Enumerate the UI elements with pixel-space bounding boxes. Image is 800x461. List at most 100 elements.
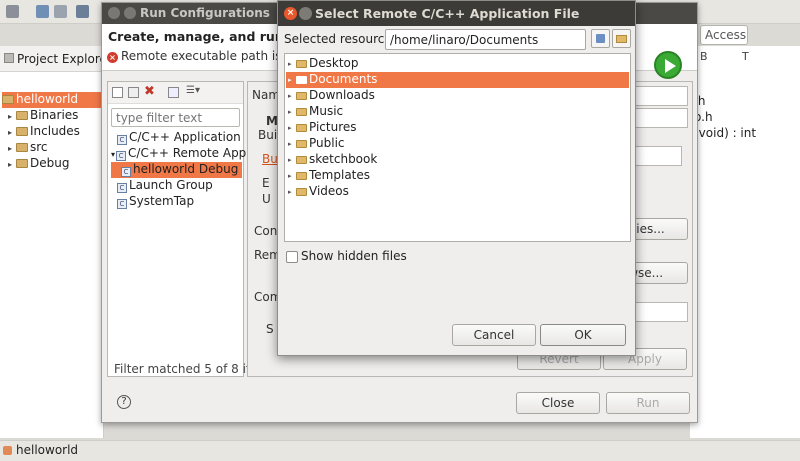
c-remote-icon: C bbox=[116, 151, 127, 161]
project-tree-label: helloworld bbox=[16, 92, 79, 106]
remote-folder-item[interactable]: ▸ Pictures bbox=[286, 120, 629, 136]
config-tree-item[interactable]: C C/C++ Application bbox=[111, 130, 241, 146]
filter-input[interactable] bbox=[111, 108, 240, 127]
project-tree-label: Includes bbox=[30, 124, 80, 138]
expand-arrow-icon[interactable]: ▸ bbox=[288, 108, 296, 116]
folder-icon bbox=[296, 140, 307, 148]
help-icon[interactable]: ? bbox=[117, 395, 131, 409]
outline-item[interactable]: (void) : int bbox=[694, 126, 756, 140]
folder-icon bbox=[616, 35, 627, 43]
folder-icon bbox=[16, 143, 28, 152]
config-tree-item[interactable]: C Launch Group bbox=[111, 178, 213, 194]
expand-arrow-icon[interactable]: ▸ bbox=[8, 160, 16, 169]
folder-icon bbox=[296, 156, 307, 164]
expand-arrow-icon[interactable]: ▸ bbox=[288, 60, 296, 68]
remote-folder-label: Downloads bbox=[309, 88, 375, 102]
new-folder-button[interactable] bbox=[612, 29, 631, 48]
run-icon bbox=[654, 51, 682, 79]
close-icon[interactable]: × bbox=[284, 7, 297, 20]
skip-download-label: S bbox=[266, 322, 274, 336]
folder-icon bbox=[296, 76, 307, 84]
close-label: Close bbox=[541, 396, 575, 410]
remote-folder-item[interactable]: ▸ Templates bbox=[286, 168, 629, 184]
minimize-icon[interactable] bbox=[124, 7, 136, 19]
new-icon[interactable] bbox=[6, 5, 19, 18]
show-hidden-checkbox[interactable] bbox=[286, 251, 298, 263]
expand-arrow-icon[interactable]: ▸ bbox=[8, 128, 16, 137]
project-tree-item[interactable]: ▸ Binaries bbox=[8, 108, 78, 124]
project-tree-label: src bbox=[30, 140, 48, 154]
project-tree-item[interactable]: ▸ Includes bbox=[8, 124, 80, 140]
connection-icon bbox=[596, 34, 605, 43]
error-message: × Remote executable path is no bbox=[107, 49, 300, 63]
radio-option-2[interactable]: U bbox=[262, 192, 271, 206]
folder-icon bbox=[296, 188, 307, 196]
expand-arrow-icon[interactable]: ▸ bbox=[8, 144, 16, 153]
remote-folder-item[interactable]: ▸ Downloads bbox=[286, 88, 629, 104]
remote-folder-item[interactable]: ▸ Desktop bbox=[286, 56, 629, 72]
new-config-icon[interactable] bbox=[112, 87, 123, 98]
minimize-icon[interactable] bbox=[299, 7, 312, 20]
select-remote-file-dialog: × Select Remote C/C++ Application File S… bbox=[277, 0, 636, 356]
editor-outline-area: B T .h o.h (void) : int bbox=[690, 46, 800, 438]
config-tree-item[interactable]: C SystemTap bbox=[111, 194, 194, 210]
ok-button[interactable]: OK bbox=[540, 324, 626, 346]
expand-arrow-icon[interactable]: ▾ bbox=[111, 150, 115, 159]
project-tree-item[interactable]: ▸ Debug bbox=[8, 156, 69, 172]
cancel-button[interactable]: Cancel bbox=[452, 324, 536, 346]
remote-folder-item[interactable]: ▸ Documents bbox=[286, 72, 629, 88]
remote-connection-button[interactable] bbox=[591, 29, 610, 48]
remote-folder-item[interactable]: ▸ sketchbook bbox=[286, 152, 629, 168]
collapse-all-icon[interactable] bbox=[168, 87, 179, 98]
project-tree-label: Binaries bbox=[30, 108, 79, 122]
run-label: Run bbox=[636, 396, 660, 410]
run-button[interactable]: Run bbox=[606, 392, 690, 414]
project-tree-item[interactable]: helloworld bbox=[2, 92, 102, 108]
delete-icon[interactable]: ✖ bbox=[144, 84, 155, 99]
remote-folder-item[interactable]: ▸ Videos bbox=[286, 184, 629, 200]
remote-folder-label: sketchbook bbox=[309, 152, 378, 166]
systemtap-icon: C bbox=[117, 199, 127, 209]
config-tree-item[interactable]: ▾ C C/C++ Remote Applica bbox=[111, 146, 267, 162]
ok-label: OK bbox=[574, 328, 592, 342]
save-icon[interactable] bbox=[36, 5, 49, 18]
config-tree-label: helloworld Debug bbox=[133, 162, 239, 176]
folder-icon bbox=[296, 108, 307, 116]
folder-icon bbox=[16, 127, 28, 136]
editor-toolbar-b[interactable]: B bbox=[700, 50, 708, 63]
close-icon[interactable] bbox=[108, 7, 120, 19]
expand-arrow-icon[interactable]: ▸ bbox=[288, 188, 296, 196]
expand-arrow-icon[interactable]: ▸ bbox=[288, 140, 296, 148]
build-icon[interactable] bbox=[76, 5, 89, 18]
quick-access-field[interactable]: Access bbox=[700, 25, 748, 45]
editor-toolbar-t[interactable]: T bbox=[742, 50, 749, 63]
launch-group-icon: C bbox=[117, 183, 127, 193]
config-tree-toolbar: ✖ ☰▾ bbox=[108, 82, 243, 104]
remote-dialog-title: Select Remote C/C++ Application File bbox=[315, 6, 580, 21]
expand-arrow-icon[interactable]: ▸ bbox=[8, 112, 16, 121]
expand-arrow-icon[interactable]: ▸ bbox=[288, 172, 296, 180]
expand-arrow-icon[interactable]: ▸ bbox=[288, 92, 296, 100]
remote-folder-item[interactable]: ▸ Public bbox=[286, 136, 629, 152]
selected-resource-input[interactable] bbox=[385, 29, 586, 50]
project-explorer-header: Project Explorer bbox=[0, 46, 112, 72]
remote-folder-label: Public bbox=[309, 136, 345, 150]
duplicate-icon[interactable] bbox=[128, 87, 139, 98]
error-icon: × bbox=[107, 52, 118, 63]
project-tree-item[interactable]: ▸ src bbox=[8, 140, 48, 156]
remote-folder-item[interactable]: ▸ Music bbox=[286, 104, 629, 120]
remote-folder-label: Templates bbox=[309, 168, 371, 182]
close-button[interactable]: Close bbox=[516, 392, 600, 414]
expand-arrow-icon[interactable]: ▸ bbox=[288, 76, 296, 84]
folder-icon bbox=[16, 111, 28, 120]
save-all-icon[interactable] bbox=[54, 5, 67, 18]
expand-arrow-icon[interactable]: ▸ bbox=[288, 124, 296, 132]
radio-option-1[interactable]: E bbox=[262, 176, 270, 190]
remote-folder-label: Desktop bbox=[309, 56, 359, 70]
config-tree-item[interactable]: Chelloworld Debug bbox=[111, 162, 242, 178]
folder-icon bbox=[296, 172, 307, 180]
filter-menu-icon[interactable]: ☰▾ bbox=[186, 85, 200, 96]
project-tree-label: Debug bbox=[30, 156, 70, 170]
cancel-label: Cancel bbox=[473, 328, 515, 342]
expand-arrow-icon[interactable]: ▸ bbox=[288, 156, 296, 164]
